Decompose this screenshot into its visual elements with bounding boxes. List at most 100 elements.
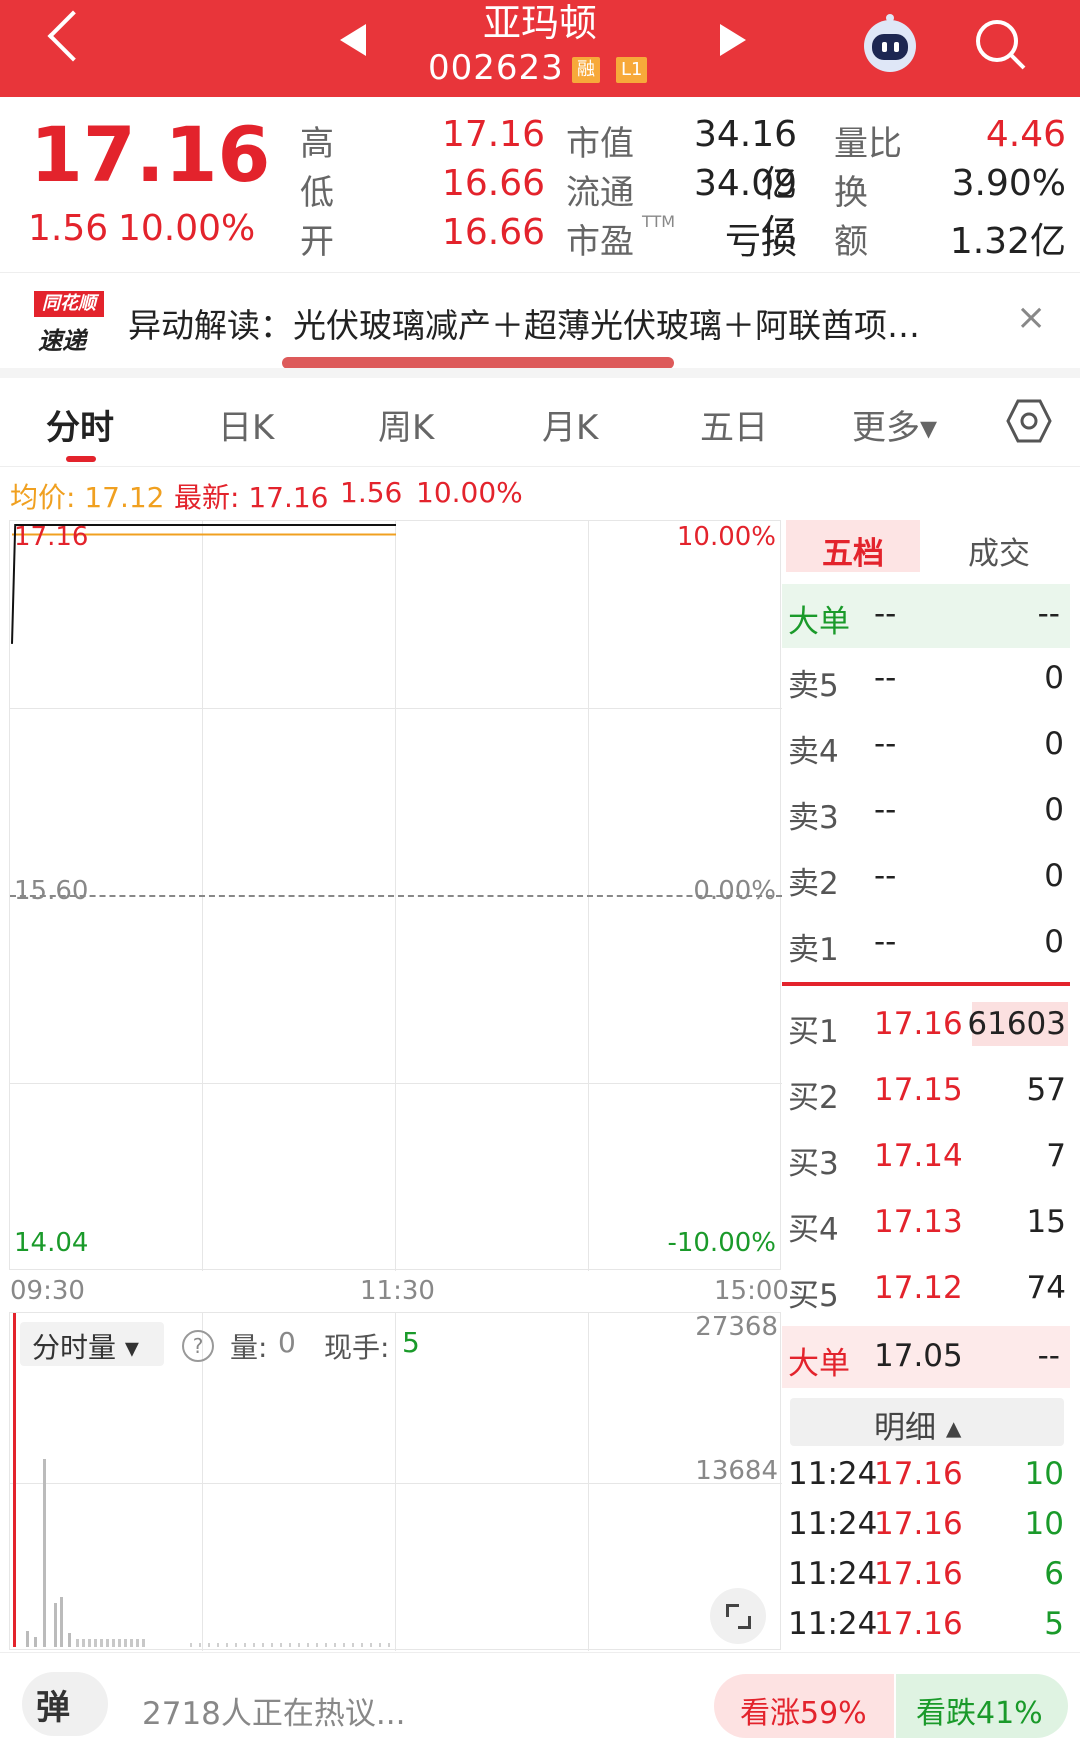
tab-monthly-k[interactable]: 月K [542,400,598,449]
bid-row[interactable]: 买1 17.16 61603 [788,1002,1068,1056]
prev-stock-icon[interactable] [340,24,366,56]
x-label-open: 09:30 [10,1276,85,1306]
tab-five-day[interactable]: 五日 [700,400,768,449]
vol-value: 0 [278,1326,296,1359]
discussion-input[interactable]: 2718人正在热议... [142,1688,405,1733]
bid-row[interactable]: 买5 17.12 74 [788,1270,1066,1320]
tab-five-level[interactable]: 五档 [786,520,920,572]
bid-vol: 7 [1046,1138,1066,1174]
volume-ratio-value: 4.46 [985,114,1066,155]
volume-selector[interactable]: 分时量 ▾ [20,1322,164,1366]
turnover-value: 3.90% [951,163,1066,204]
divider [0,1652,1080,1653]
pct-label-bottom: -10.00% [667,1228,776,1258]
tab-daily-k[interactable]: 日K [218,400,274,449]
pe-label: 市盈 [566,222,634,262]
legend-pct: 10.00% [416,476,523,509]
bid-vol: 15 [1026,1204,1066,1240]
y-label-top: 17.16 [14,522,89,552]
bid-label: 买4 [788,1212,839,1248]
price-change: 1.56 [28,208,109,249]
tab-intraday[interactable]: 分时 [46,400,114,449]
bearish-button[interactable]: 看跌41% [896,1674,1068,1738]
hand-label: 现手: [324,1331,390,1364]
trade-price: 17.16 [874,1556,963,1592]
danmu-toggle[interactable]: 弹 [22,1672,108,1736]
news-banner[interactable]: 同花顺 速递 异动解读：光伏玻璃减产＋超薄光伏玻璃＋阿联酋项… × [0,273,1080,369]
settings-hex-icon[interactable] [1006,398,1052,444]
low-label: 低 [300,173,334,213]
vol-y-mid: 13684 [695,1456,778,1486]
divider [0,466,1080,467]
news-close-icon[interactable]: × [1016,297,1046,338]
tab-indicator [66,456,96,462]
big-order-vol: -- [1037,596,1060,632]
trade-row: 11:24 17.16 6 [788,1556,1068,1602]
high-label: 高 [300,124,334,164]
price-change-pct: 10.00% [118,208,256,249]
ask-row[interactable]: 卖4 -- 0 [788,726,1064,776]
bid-label: 买5 [788,1278,839,1314]
volume-bar [43,1459,46,1647]
x-label-noon: 11:30 [360,1276,435,1306]
turnover-label: 换 [834,173,868,213]
volume-bar [68,1633,71,1647]
hand-value: 5 [402,1326,420,1359]
trade-price: 17.16 [874,1456,963,1492]
bid-row[interactable]: 买2 17.15 57 [788,1072,1066,1122]
trade-time: 11:24 [788,1506,878,1542]
ask-label: 卖5 [788,668,839,704]
x-label-close: 15:00 [714,1276,789,1306]
help-icon[interactable]: ? [182,1330,214,1362]
ask-row[interactable]: 卖5 -- 0 [788,660,1064,710]
ask-vol: 0 [1044,660,1064,696]
bullish-button[interactable]: 看涨59% [714,1674,894,1738]
mcap-label: 市值 [566,124,634,164]
tab-weekly-k[interactable]: 周K [378,400,434,449]
ask-price: -- [874,924,897,960]
trade-time: 11:24 [788,1606,878,1642]
search-icon[interactable] [970,14,1030,74]
volume-bars-small [76,1639,146,1647]
ask-row[interactable]: 卖3 -- 0 [788,792,1064,842]
y-label-mid: 15.60 [14,876,89,906]
y-label-bottom: 14.04 [14,1228,89,1258]
news-logo-top: 同花顺 [34,291,104,317]
ask-price: -- [874,792,897,828]
bid-vol: 74 [1026,1270,1066,1306]
tab-trades[interactable]: 成交 [968,528,1030,573]
legend-avg: 均价: 17.12 [10,481,165,514]
danmu-icon: 弹 [36,1688,70,1728]
tab-more[interactable]: 更多▾ [852,400,937,449]
ask-label: 卖4 [788,734,839,770]
ask-row[interactable]: 卖1 -- 0 [788,924,1064,974]
bid-row[interactable]: 买4 17.13 15 [788,1204,1066,1254]
fullscreen-button[interactable] [710,1588,766,1644]
back-icon[interactable] [47,10,99,62]
open-label: 开 [300,222,334,262]
volume-bar [34,1637,37,1647]
bid-vol: 57 [1026,1072,1066,1108]
ask-label: 卖3 [788,800,839,836]
big-order-price: 17.05 [874,1338,963,1374]
ask-label: 卖1 [788,932,839,968]
news-text: 异动解读：光伏玻璃减产＋超薄光伏玻璃＋阿联酋项… [128,306,920,345]
last-price: 17.16 [30,110,271,199]
bid-row[interactable]: 买3 17.14 7 [788,1138,1066,1188]
top-bar: 亚玛顿 002623 融 L1 [0,0,1080,97]
detail-toggle-label: 明细 ▴ [874,1410,962,1446]
detail-toggle[interactable]: 明细 ▴ [790,1398,1064,1446]
ask-row[interactable]: 卖2 -- 0 [788,858,1064,908]
big-order-price: -- [874,596,897,632]
robot-assistant-icon[interactable] [858,12,922,76]
trade-price: 17.16 [874,1506,963,1542]
big-order-label: 大单 [788,1346,850,1382]
legend-change: 1.56 [340,476,403,509]
pe-value: 亏损 [724,221,797,262]
trade-row: 11:24 17.16 5 [788,1606,1068,1652]
big-order-top: 大单 -- -- [782,584,1070,648]
next-stock-icon[interactable] [720,24,746,56]
section-gap [0,368,1080,378]
volume-ratio-label: 量比 [834,124,902,164]
big-order-vol: -- [1037,1338,1060,1374]
